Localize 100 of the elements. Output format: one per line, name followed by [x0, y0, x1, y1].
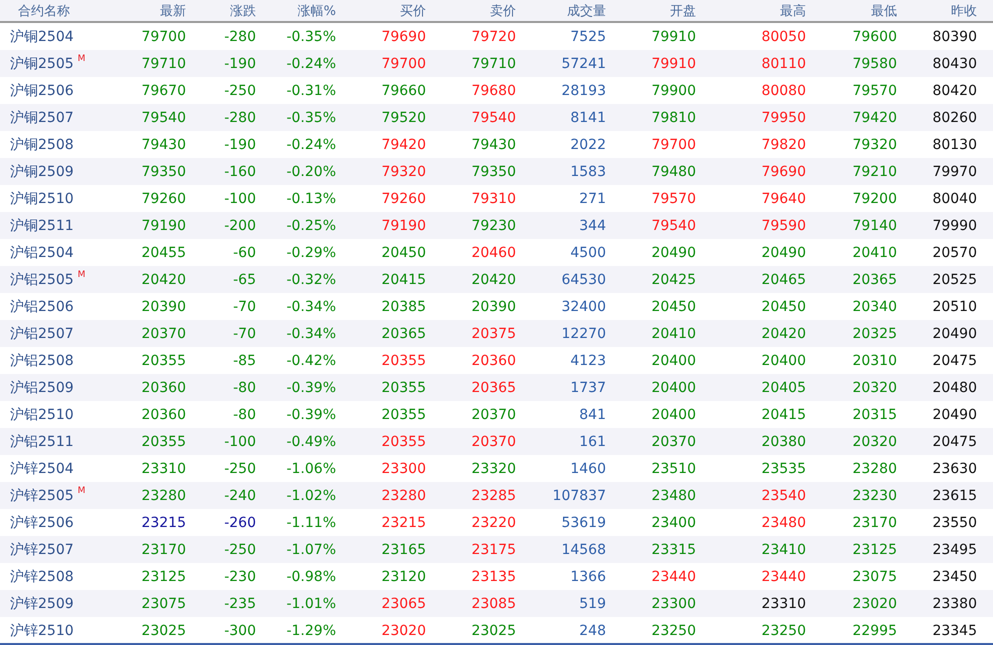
contract-name[interactable]: 沪锌2504: [10, 460, 74, 478]
contract-name[interactable]: 沪铝2506: [10, 298, 74, 316]
table-cell-text: 79260: [380, 190, 426, 206]
contract-name[interactable]: 沪铝2509: [10, 378, 74, 396]
table-cell-text: -235: [223, 596, 256, 612]
table-cell-text: 79140: [851, 218, 897, 234]
table-cell-text: 20455: [140, 244, 186, 260]
table-cell-text: -0.34%: [285, 298, 336, 314]
table-cell-text: 23450: [931, 568, 977, 584]
table-cell-text: 23280: [140, 488, 186, 504]
table-cell-text: 20380: [760, 434, 806, 450]
table-cell-text: -190: [223, 136, 256, 152]
table-cell-text: 79320: [380, 164, 426, 180]
table-cell-text: 20400: [650, 352, 696, 368]
table-cell-text: 20370: [470, 434, 516, 450]
table-cell-text: 23310: [140, 460, 186, 476]
contract-name[interactable]: 沪铜2506: [10, 82, 74, 100]
table-cell-text: 20570: [931, 244, 977, 260]
table-cell-text: -0.35%: [285, 28, 336, 44]
table-cell-text: 23170: [851, 514, 897, 530]
column-header[interactable]: 买价: [336, 2, 426, 20]
contract-name[interactable]: 沪铜2509: [10, 162, 74, 180]
column-header[interactable]: 开盘: [606, 2, 696, 20]
table-cell-text: -1.11%: [285, 514, 336, 530]
table-cell-text: 23215: [380, 514, 426, 530]
table-cell-text: 20420: [760, 326, 806, 342]
table-cell-text: 20340: [851, 298, 897, 314]
column-header[interactable]: 最低: [806, 2, 897, 20]
table-cell-text: 20360: [140, 380, 186, 396]
table-cell-text: 20360: [470, 352, 516, 368]
table-cell-text: 107837: [552, 488, 606, 504]
table-cell-text: 20385: [380, 298, 426, 314]
contract-name[interactable]: 沪铜2508: [10, 136, 74, 154]
table-cell-text: -0.39%: [285, 380, 336, 396]
table-cell-text: 23075: [851, 568, 897, 584]
table-cell-text: -0.20%: [285, 164, 336, 180]
table-cell-text: 79720: [470, 28, 516, 44]
table-cell-text: 20475: [931, 434, 977, 450]
column-header[interactable]: 昨收: [897, 2, 977, 20]
column-header[interactable]: 最新: [120, 2, 186, 20]
table-cell-text: 23510: [650, 460, 696, 476]
table-cell-text: 20415: [760, 406, 806, 422]
contract-name[interactable]: 沪锌2506: [10, 514, 74, 532]
table-cell-text: 23025: [470, 622, 516, 638]
column-header[interactable]: 最高: [696, 2, 806, 20]
table-cell-text: 20370: [140, 326, 186, 342]
table-cell-text: 79430: [140, 136, 186, 152]
table-cell-text: 79570: [650, 190, 696, 206]
table-cell-text: 23310: [760, 596, 806, 612]
table-cell-text: 20525: [931, 272, 977, 288]
table-cell-text: -0.39%: [285, 406, 336, 422]
table-cell-text: 20410: [851, 244, 897, 260]
column-header[interactable]: 涨跌: [186, 2, 256, 20]
table-cell-text: 23280: [380, 488, 426, 504]
column-header[interactable]: 涨幅%: [256, 2, 336, 20]
column-header[interactable]: 卖价: [426, 2, 516, 20]
table-cell-text: 14568: [560, 542, 606, 558]
table-cell-text: 23175: [470, 542, 516, 558]
column-header[interactable]: 成交量: [516, 2, 606, 20]
table-cell-text: -0.35%: [285, 110, 336, 126]
table-cell-text: 20480: [931, 380, 977, 396]
contract-name[interactable]: 沪铜2511: [10, 216, 74, 234]
table-cell-text: 8141: [569, 110, 606, 126]
table-cell-text: 79350: [140, 164, 186, 180]
column-header[interactable]: 合约名称: [0, 2, 120, 20]
contract-name[interactable]: 沪铝2505: [10, 270, 74, 288]
table-cell-text: 20460: [470, 244, 516, 260]
table-cell-text: 20370: [470, 406, 516, 422]
table-cell-text: 20490: [931, 326, 977, 342]
contract-name[interactable]: 沪铜2505: [10, 54, 74, 72]
table-cell-text: 80390: [931, 28, 977, 44]
table-cell-text: 248: [578, 622, 606, 638]
table-cell-text: -200: [223, 218, 256, 234]
contract-name[interactable]: 沪锌2509: [10, 594, 74, 612]
table-cell-text: -0.24%: [285, 56, 336, 72]
contract-name[interactable]: 沪铝2504: [10, 244, 74, 262]
table-cell-text: -65: [232, 272, 256, 288]
contract-name[interactable]: 沪锌2508: [10, 568, 74, 586]
table-cell-text: 23025: [140, 622, 186, 638]
contract-name[interactable]: 沪铝2511: [10, 432, 74, 450]
contract-name[interactable]: 沪锌2505: [10, 486, 74, 504]
table-cell-text: 4500: [569, 244, 606, 260]
contract-name[interactable]: 沪铜2507: [10, 108, 74, 126]
table-cell-text: 23165: [380, 542, 426, 558]
contract-name[interactable]: 沪铝2507: [10, 324, 74, 342]
contract-name[interactable]: 沪铝2510: [10, 406, 74, 424]
contract-name[interactable]: 沪锌2507: [10, 540, 74, 558]
table-cell-text: 20365: [470, 380, 516, 396]
table-cell-text: -190: [223, 56, 256, 72]
contract-name[interactable]: 沪铜2504: [10, 28, 74, 46]
table-cell-text: -250: [223, 460, 256, 476]
table-cell-text: -0.34%: [285, 326, 336, 342]
table-cell-text: 23135: [470, 568, 516, 584]
contract-name[interactable]: 沪锌2510: [10, 622, 74, 640]
table-cell-text: -0.24%: [285, 136, 336, 152]
table-cell-text: 79350: [470, 164, 516, 180]
contract-name[interactable]: 沪铜2510: [10, 190, 74, 208]
table-cell-text: 23615: [931, 488, 977, 504]
contract-name[interactable]: 沪铝2508: [10, 352, 74, 370]
table-cell-text: 20355: [140, 434, 186, 450]
